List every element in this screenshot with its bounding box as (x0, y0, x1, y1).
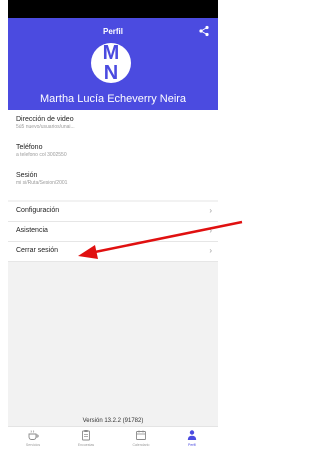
chevron-right-icon: › (209, 226, 212, 235)
menu-item-asistencia[interactable]: Asistencia › (8, 222, 218, 242)
chevron-right-icon: › (209, 206, 212, 215)
page-title: Perfil (102, 27, 123, 36)
coffee-icon (28, 430, 39, 440)
nav-label: Servicios (25, 443, 41, 447)
avatar-initial-bottom: N (103, 62, 119, 83)
calendar-icon (136, 430, 146, 440)
info-value: 5ú5 nuevo/usuarios/unai... (16, 124, 75, 130)
profile-header: Perfil M N Martha Lucía Echeverry Neira (8, 18, 218, 110)
nav-item-perfil[interactable]: Perfil (171, 429, 213, 447)
avatar[interactable]: M N (91, 43, 131, 83)
menu-item-label: Configuración (16, 207, 60, 214)
clipboard-icon (82, 430, 90, 441)
menu-item-label: Cerrar sesión (16, 247, 59, 254)
nav-label: Calendario (132, 443, 150, 447)
chevron-right-icon: › (209, 246, 212, 255)
nav-item-calendario[interactable]: Calendario (120, 429, 162, 447)
person-icon (187, 430, 197, 440)
menu-item-label: Asistencia (16, 227, 48, 234)
info-value: mi si/Ruta/Sesion/2001 (16, 180, 68, 186)
info-row-video: Dirección de video 5ú5 nuevo/usuarios/un… (16, 116, 210, 130)
info-label: Teléfono (16, 144, 43, 151)
phone-screen: Perfil M N Martha Lucía Echeverry Neira … (8, 0, 218, 453)
app-version: Versión 13.2.2 (91782) (82, 418, 144, 424)
nav-item-servicios[interactable]: Servicios (12, 429, 54, 447)
avatar-initial-top: M (102, 43, 120, 64)
nav-label: Perfil (188, 443, 196, 447)
info-row-phone: Teléfono a telefono col 3002550 (16, 144, 210, 158)
status-bar (8, 0, 218, 18)
nav-item-encuestas[interactable]: Encuestas (65, 429, 107, 447)
info-label: Sesión (16, 172, 38, 179)
bottom-nav: Servicios Encuestas Calendario Perfil (8, 426, 218, 453)
settings-menu: Configuración › Asistencia › Cerrar sesi… (8, 202, 218, 262)
account-info-card: Dirección de video 5ú5 nuevo/usuarios/un… (8, 110, 218, 200)
share-icon[interactable] (198, 25, 210, 37)
info-value: a telefono col 3002550 (16, 152, 67, 158)
info-row-session: Sesión mi si/Ruta/Sesion/2001 (16, 172, 210, 186)
menu-item-cerrar-sesion[interactable]: Cerrar sesión › (8, 242, 218, 262)
user-name: Martha Lucía Echeverry Neira (39, 93, 187, 105)
menu-item-configuracion[interactable]: Configuración › (8, 202, 218, 222)
nav-label: Encuestas (77, 443, 95, 447)
info-label: Dirección de video (16, 116, 74, 123)
